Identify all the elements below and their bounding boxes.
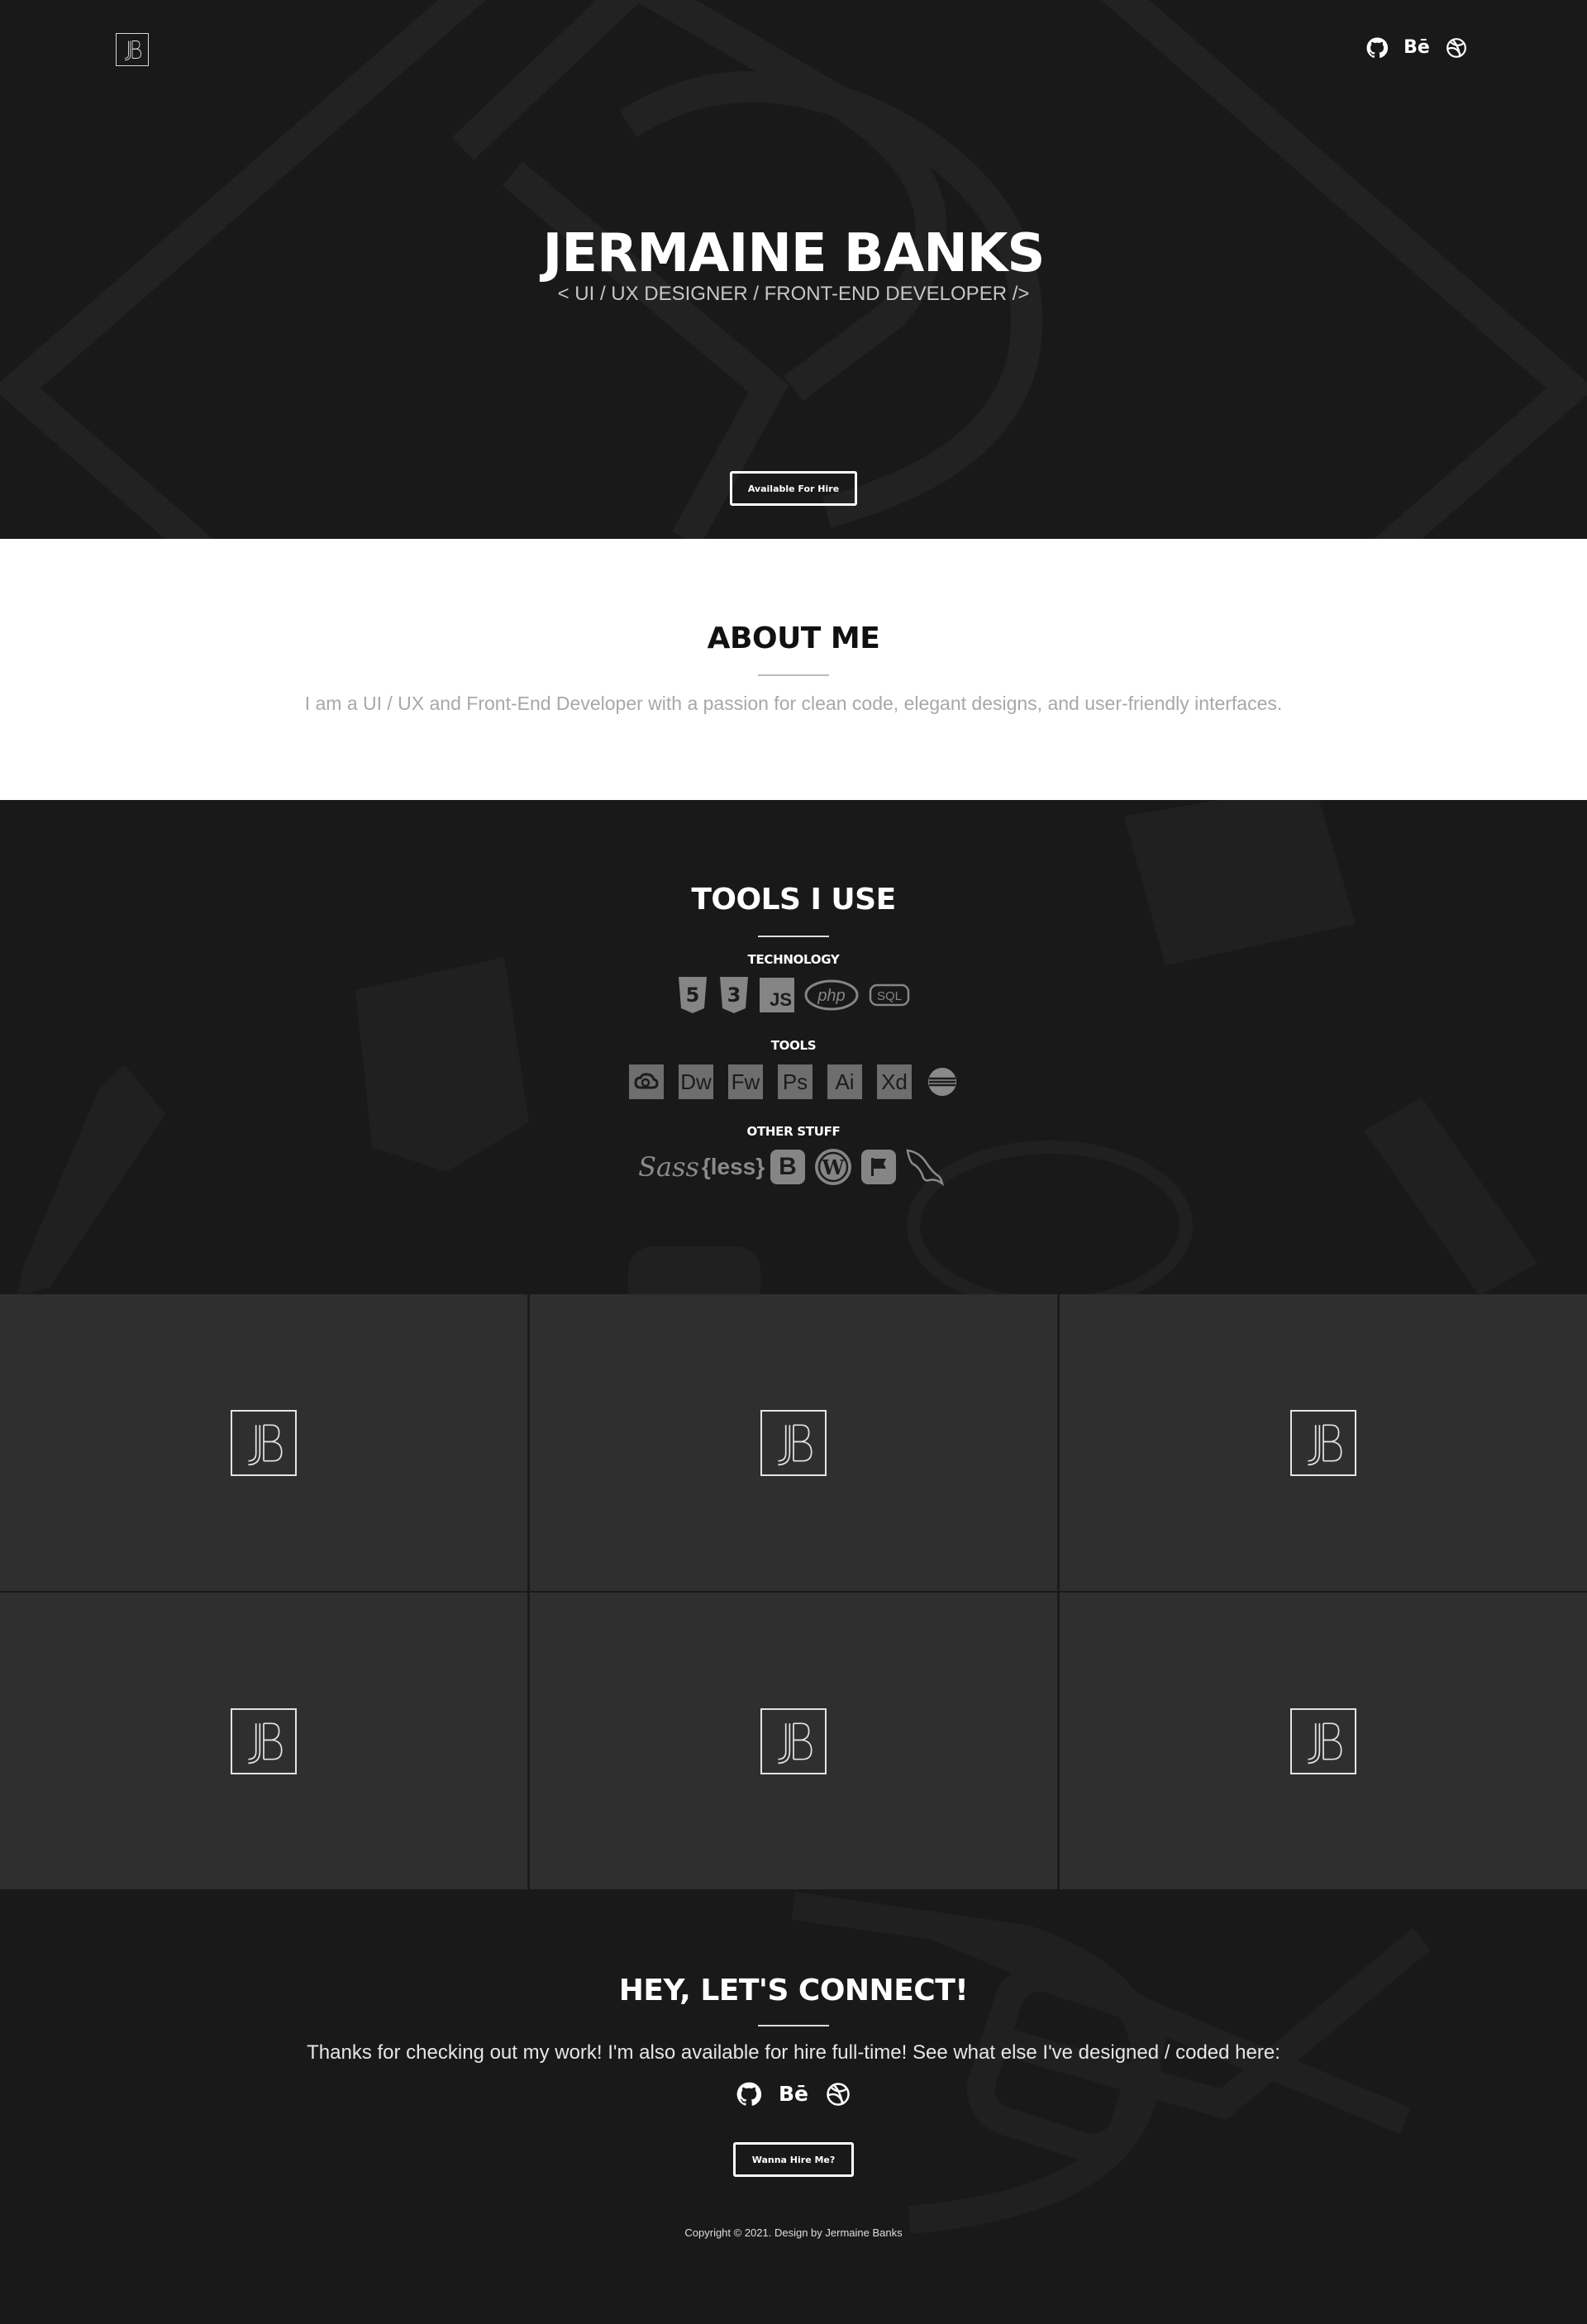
behance-icon[interactable]: Bē [1404, 36, 1430, 60]
sass-icon: Sass [638, 1151, 699, 1183]
svg-text:SQL: SQL [877, 989, 902, 1003]
svg-text:W: W [822, 1155, 846, 1179]
other-stuff-icons: Sass {less} B W [0, 1147, 1587, 1187]
connect-title: HEY, LET'S CONNECT! [618, 1974, 969, 2007]
dribbble-icon[interactable] [825, 2081, 851, 2107]
tools-divider [758, 936, 829, 937]
other-stuff-label: OTHER STUFF [746, 1124, 841, 1139]
photoshop-icon: Ps [778, 1064, 813, 1099]
footer-social-links: Bē [0, 2081, 1587, 2107]
css3-icon: 3 [718, 977, 750, 1013]
about-title: ABOUT ME [707, 621, 880, 655]
sql-icon: SQL [869, 983, 910, 1007]
tools-title: TOOLS I USE [691, 883, 896, 917]
portfolio-grid [0, 1294, 1587, 1889]
connect-description: Thanks for checking out my work! I'm als… [307, 2041, 1280, 2064]
jb-monogram-icon [124, 40, 141, 61]
jb-logo-icon [231, 1707, 297, 1774]
technology-label: TECHNOLOGY [747, 952, 840, 967]
wanna-hire-me-button[interactable]: Wanna Hire Me? [733, 2142, 854, 2177]
svg-text:php: php [817, 987, 845, 1005]
connect-divider [758, 2025, 829, 2026]
fireworks-icon: Fw [728, 1064, 763, 1099]
tools-section: TOOLS I USE TECHNOLOGY 5 3 JS php SQL TO… [0, 800, 1587, 1294]
xd-icon: Xd [877, 1064, 912, 1099]
hero-section: Bē JERMAINE BANKS < UI / UX DESIGNER / F… [0, 0, 1587, 539]
hero-subtitle: < UI / UX DESIGNER / FRONT-END DEVELOPER… [557, 283, 1030, 305]
portfolio-card-4[interactable] [0, 1593, 527, 1889]
about-divider [758, 674, 829, 676]
portfolio-card-6[interactable] [1060, 1593, 1587, 1889]
svg-text:3: 3 [727, 983, 741, 1007]
jb-logo-icon [1290, 1707, 1356, 1774]
behance-icon[interactable]: Bē [779, 2081, 808, 2107]
dreamweaver-icon: Dw [679, 1064, 713, 1099]
php-icon: php [804, 979, 859, 1012]
technology-icons: 5 3 JS php SQL [0, 977, 1587, 1013]
github-icon[interactable] [736, 2081, 762, 2107]
portfolio-card-1[interactable] [0, 1294, 527, 1591]
portfolio-card-2[interactable] [530, 1294, 1057, 1591]
illustrator-icon: Ai [827, 1064, 862, 1099]
dribbble-icon[interactable] [1445, 36, 1468, 60]
available-for-hire-button[interactable]: Available For Hire [730, 471, 857, 506]
jb-logo-icon [760, 1707, 827, 1774]
hero-name-title: JERMAINE BANKS [542, 223, 1046, 284]
tools-category-label: TOOLS [770, 1038, 817, 1053]
copyright-text: Copyright © 2021. Design by Jermaine Ban… [684, 2226, 903, 2239]
github-icon[interactable] [1365, 36, 1389, 60]
bootstrap-icon: B [770, 1150, 805, 1184]
javascript-icon: JS [760, 978, 794, 1012]
about-section: ABOUT ME I am a UI / UX and Front-End De… [0, 539, 1587, 800]
portfolio-card-5[interactable] [530, 1593, 1057, 1889]
eclipse-icon [927, 1066, 958, 1098]
html5-icon: 5 [677, 977, 708, 1013]
jb-logo-icon [1290, 1409, 1356, 1476]
flag-icon [861, 1150, 896, 1184]
header-social-links: Bē [1365, 36, 1468, 60]
jb-logo-icon [760, 1409, 827, 1476]
less-icon: {less} [701, 1154, 765, 1179]
svg-text:5: 5 [686, 983, 700, 1007]
connect-section: HEY, LET'S CONNECT! Thanks for checking … [0, 1889, 1587, 2324]
tools-icons: Dw Fw Ps Ai Xd [0, 1064, 1587, 1099]
site-logo[interactable] [116, 33, 149, 66]
portfolio-card-3[interactable] [1060, 1294, 1587, 1591]
wordpress-icon: W [813, 1147, 853, 1187]
jb-logo-icon [231, 1409, 297, 1476]
about-description: I am a UI / UX and Front-End Developer w… [304, 693, 1283, 714]
mysql-icon [904, 1147, 946, 1187]
creative-cloud-icon [629, 1064, 664, 1099]
